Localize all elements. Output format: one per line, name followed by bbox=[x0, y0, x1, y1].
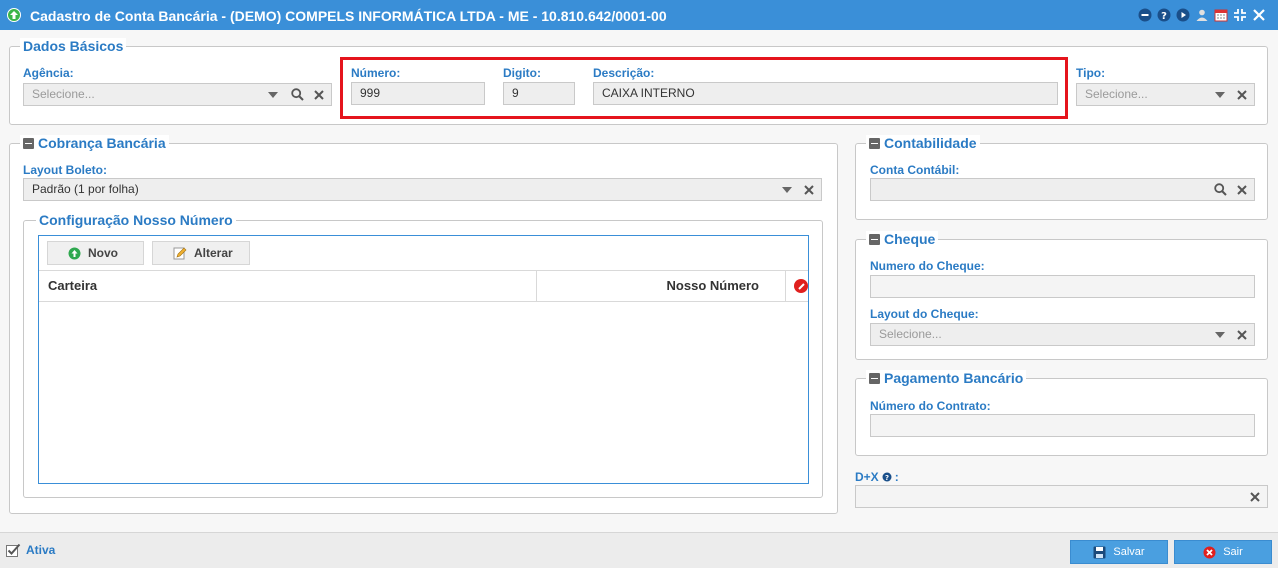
clear-icon[interactable] bbox=[1232, 179, 1252, 200]
clear-icon[interactable] bbox=[799, 179, 819, 200]
ativa-checkbox[interactable]: Ativa bbox=[6, 543, 55, 557]
clear-icon[interactable] bbox=[1245, 486, 1265, 507]
layout-cheque-select[interactable]: Selecione... bbox=[870, 323, 1255, 346]
chevron-down-icon[interactable] bbox=[777, 179, 797, 200]
descricao-label: Descrição: bbox=[593, 66, 655, 80]
cobranca-legend: Cobrança Bancária bbox=[20, 135, 169, 151]
save-icon bbox=[1093, 546, 1106, 558]
dados-basicos-legend: Dados Básicos bbox=[20, 38, 127, 54]
edit-icon bbox=[173, 247, 187, 260]
numero-contrato-label: Número do Contrato: bbox=[870, 399, 991, 413]
collapse-icon[interactable] bbox=[869, 233, 880, 245]
add-icon bbox=[68, 247, 81, 259]
chevron-down-icon[interactable] bbox=[1210, 324, 1230, 345]
digito-input[interactable]: 9 bbox=[503, 82, 575, 105]
salvar-button[interactable]: Salvar bbox=[1070, 540, 1168, 564]
collapse-icon[interactable] bbox=[869, 137, 880, 149]
user-icon[interactable] bbox=[1194, 7, 1209, 22]
conta-contabil-label: Conta Contábil: bbox=[870, 163, 960, 177]
svg-text:?: ? bbox=[1161, 11, 1167, 22]
exit-icon bbox=[1203, 546, 1216, 558]
numero-label: Número: bbox=[351, 66, 401, 80]
calendar-icon[interactable] bbox=[1213, 7, 1228, 22]
form-content: Dados Básicos Agência: Selecione... Núme… bbox=[0, 30, 1278, 532]
cheque-legend: Cheque bbox=[866, 231, 939, 247]
numero-input[interactable]: 999 bbox=[351, 82, 485, 105]
column-divider bbox=[785, 271, 786, 301]
column-nosso-numero[interactable]: Nosso Número bbox=[549, 271, 759, 301]
descricao-input[interactable]: CAIXA INTERNO bbox=[593, 82, 1058, 105]
play-icon[interactable] bbox=[1175, 7, 1190, 22]
sair-button[interactable]: Sair bbox=[1174, 540, 1272, 564]
help-icon[interactable]: ? bbox=[1156, 7, 1171, 22]
collapse-window-icon[interactable] bbox=[1232, 7, 1247, 22]
contabilidade-legend: Contabilidade bbox=[866, 135, 980, 151]
grid-header: Carteira Nosso Número bbox=[39, 270, 808, 302]
collapse-icon[interactable] bbox=[869, 372, 880, 384]
clear-icon[interactable] bbox=[309, 84, 329, 105]
agencia-label: Agência: bbox=[23, 66, 74, 80]
column-divider bbox=[536, 271, 537, 301]
grid-toolbar: Novo Alterar bbox=[39, 236, 808, 270]
minimize-circle-icon[interactable] bbox=[1137, 7, 1152, 22]
alterar-button[interactable]: Alterar bbox=[152, 241, 250, 265]
help-icon: ? bbox=[882, 472, 892, 482]
checkbox-checked-icon bbox=[6, 543, 21, 557]
layout-boleto-label: Layout Boleto: bbox=[23, 163, 107, 177]
tipo-label: Tipo: bbox=[1076, 66, 1106, 80]
dx-label: D+X ? : bbox=[855, 470, 899, 484]
agencia-select[interactable]: Selecione... bbox=[23, 83, 332, 106]
numero-cheque-input[interactable] bbox=[870, 275, 1255, 298]
window-title: Cadastro de Conta Bancária - (DEMO) COMP… bbox=[30, 8, 667, 24]
layout-boleto-select[interactable]: Padrão (1 por folha) bbox=[23, 178, 822, 201]
pagamento-legend: Pagamento Bancário bbox=[866, 370, 1027, 386]
dx-input[interactable] bbox=[855, 485, 1268, 508]
title-bar: Cadastro de Conta Bancária - (DEMO) COMP… bbox=[0, 0, 1278, 30]
numero-cheque-label: Numero do Cheque: bbox=[870, 259, 985, 273]
close-window-icon[interactable] bbox=[1251, 7, 1266, 22]
clear-icon[interactable] bbox=[1232, 84, 1252, 105]
numero-contrato-input[interactable] bbox=[870, 414, 1255, 437]
chevron-down-icon[interactable] bbox=[263, 84, 283, 105]
clear-icon[interactable] bbox=[1232, 324, 1252, 345]
conta-contabil-select[interactable] bbox=[870, 178, 1255, 201]
layout-cheque-label: Layout do Cheque: bbox=[870, 307, 979, 321]
search-icon[interactable] bbox=[1210, 179, 1230, 200]
digito-label: Digito: bbox=[503, 66, 541, 80]
column-carteira[interactable]: Carteira bbox=[48, 271, 97, 301]
novo-button[interactable]: Novo bbox=[47, 241, 144, 265]
config-nosso-numero-legend: Configuração Nosso Número bbox=[36, 212, 236, 228]
window-up-arrow-icon bbox=[7, 8, 21, 22]
search-icon[interactable] bbox=[287, 84, 307, 105]
ativa-label: Ativa bbox=[26, 543, 56, 557]
svg-text:?: ? bbox=[885, 474, 889, 482]
collapse-icon[interactable] bbox=[23, 137, 34, 149]
footer-bar: Ativa Salvar Sair bbox=[0, 532, 1278, 568]
chevron-down-icon[interactable] bbox=[1210, 84, 1230, 105]
nosso-numero-grid: Novo Alterar Carteira Nosso Número bbox=[38, 235, 809, 484]
tipo-select[interactable]: Selecione... bbox=[1076, 83, 1255, 106]
delete-icon[interactable] bbox=[794, 279, 808, 293]
